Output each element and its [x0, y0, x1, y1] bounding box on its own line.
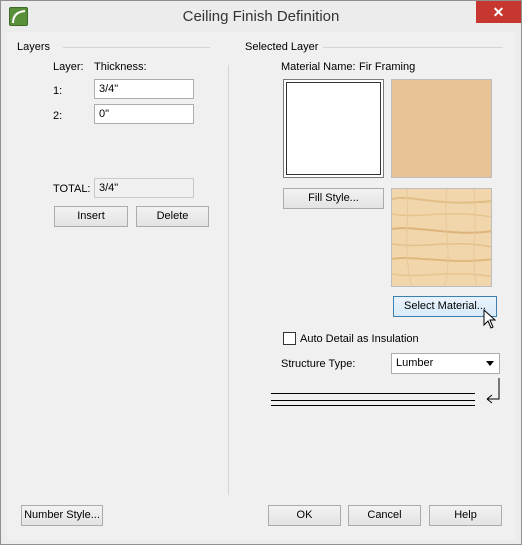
dialog-window: Ceiling Finish Definition ✕ Layers Layer…: [0, 0, 522, 545]
title-bar[interactable]: Ceiling Finish Definition ✕: [1, 1, 521, 32]
select-material-button[interactable]: Select Material...: [393, 296, 497, 317]
dialog-title: Ceiling Finish Definition: [182, 8, 340, 25]
material-name-value: Fir Framing: [359, 61, 416, 73]
mouse-cursor-icon: [483, 309, 497, 329]
auto-detail-insulation-label: Auto Detail as Insulation: [300, 333, 419, 345]
insert-button[interactable]: Insert: [54, 206, 128, 227]
selected-layer-group-divider: [323, 47, 503, 48]
structure-type-select[interactable]: Lumber: [391, 353, 500, 374]
thickness-column-header: Thickness:: [94, 61, 147, 73]
layers-group-divider: [63, 47, 210, 48]
delete-button[interactable]: Delete: [136, 206, 209, 227]
total-label: TOTAL:: [53, 183, 91, 195]
material-texture-preview: [391, 188, 492, 287]
selected-layer-group-title: Selected Layer: [245, 41, 319, 53]
auto-detail-insulation-checkbox[interactable]: [283, 332, 296, 345]
layer-1-index: 1:: [53, 85, 63, 97]
layer-column-header: Layer:: [53, 61, 84, 73]
layer-2-thickness-field[interactable]: 0": [94, 104, 194, 124]
close-icon: ✕: [492, 4, 505, 20]
number-style-button[interactable]: Number Style...: [21, 505, 103, 526]
help-button[interactable]: Help: [429, 505, 502, 526]
layer-2-index: 2:: [53, 110, 63, 122]
material-color-swatch: [391, 79, 492, 178]
chevron-down-icon: [486, 361, 494, 366]
cancel-button[interactable]: Cancel: [348, 505, 421, 526]
profile-end-marker-icon: [486, 378, 500, 404]
structure-type-value: Lumber: [396, 357, 434, 369]
dialog-client: Layers Layer: Thickness: 1: 3/4" 2: 0" T…: [7, 32, 515, 540]
fill-style-button[interactable]: Fill Style...: [283, 188, 384, 209]
group-separator: [228, 65, 229, 495]
profile-line-middle: [271, 400, 475, 401]
material-name-label: Material Name:: [281, 61, 356, 73]
profile-line-top: [271, 393, 475, 394]
close-button[interactable]: ✕: [476, 1, 521, 23]
fill-style-preview: [283, 79, 384, 178]
layers-group-title: Layers: [17, 41, 51, 53]
structure-type-label: Structure Type:: [281, 358, 356, 370]
layer-1-thickness-field[interactable]: 3/4": [94, 79, 194, 99]
total-thickness-field: 3/4": [94, 178, 194, 198]
profile-line-bottom: [271, 405, 475, 406]
ok-button[interactable]: OK: [268, 505, 341, 526]
